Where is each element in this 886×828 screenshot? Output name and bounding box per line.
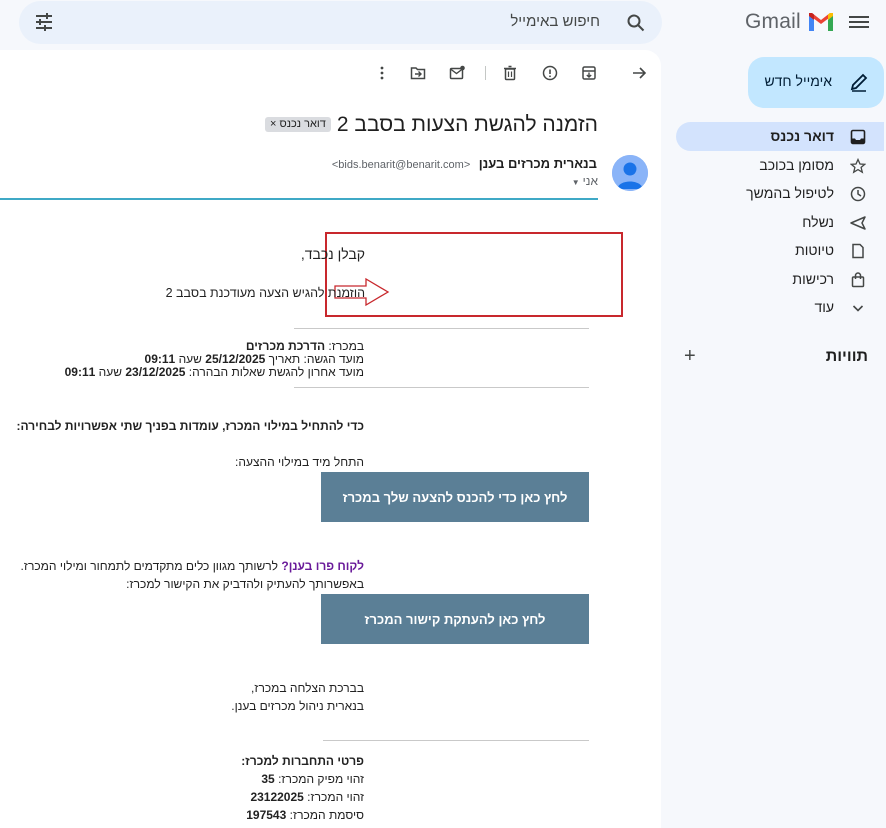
password-line: סיסמת המכרז: 197543 bbox=[246, 808, 364, 822]
more-options-icon[interactable] bbox=[374, 65, 390, 81]
copy-link-button[interactable]: לחץ כאן להעתקת קישור המכרז bbox=[321, 594, 589, 644]
tender-label: במכרז: bbox=[328, 339, 364, 353]
chevron-down-icon bbox=[852, 305, 864, 312]
issuer-id-line: זהוי מפיק המכרז: 35 bbox=[261, 772, 364, 786]
closing-line-2: בנארית ניהול מכרזים בענן. bbox=[231, 699, 364, 713]
start-now-text: התחל מיד במילוי ההצעה: bbox=[235, 455, 364, 469]
inbox-icon bbox=[850, 129, 866, 145]
questions-time: 09:11 bbox=[64, 365, 96, 379]
person-icon bbox=[612, 155, 648, 191]
submit-label: מועד הגשה: תאריך bbox=[268, 352, 364, 366]
gmail-m-icon bbox=[808, 13, 833, 31]
tender-id-line: זהוי המכרז: 23122025 bbox=[250, 790, 364, 804]
compose-label: אימייל חדש bbox=[764, 73, 832, 89]
sender-name[interactable]: בנארית מכרזים בענן bbox=[479, 156, 597, 171]
pencil-icon bbox=[850, 73, 868, 92]
questions-label: מועד אחרון להגשת שאלות הבהרה: bbox=[188, 365, 364, 379]
greeting: קבלן נכבד, bbox=[300, 246, 365, 262]
search-options-icon[interactable] bbox=[34, 12, 54, 32]
gmail-logo[interactable]: Gmail bbox=[745, 10, 835, 34]
sender-avatar bbox=[612, 155, 648, 191]
sidebar-item-starred[interactable]: מסומן בכוכב bbox=[676, 151, 884, 180]
labels-heading: תוויות bbox=[825, 348, 868, 365]
inbox-label-chip[interactable]: דואר נכנס × bbox=[265, 117, 331, 132]
connection-details-heading: פרטי התחברות למכרז: bbox=[241, 754, 364, 768]
add-label-button[interactable]: + bbox=[684, 345, 696, 368]
send-icon bbox=[850, 215, 866, 230]
sidebar-item-more[interactable]: עוד bbox=[676, 293, 884, 322]
tender-id: 23122025 bbox=[250, 790, 304, 804]
divider bbox=[294, 328, 589, 329]
sidebar-item-label: דואר נכנס bbox=[770, 128, 834, 144]
questions-deadline-line: מועד אחרון להגשת שאלות הבהרה: 23/12/2025… bbox=[65, 366, 364, 379]
pro-customer-text: לרשותך מגוון כלים מתקדמים לתמחור ומילוי … bbox=[20, 559, 282, 573]
message-subject: הזמנה להגשת הצעות בסבב 2 bbox=[336, 113, 598, 136]
tender-id-label: זהוי המכרז: bbox=[307, 790, 364, 804]
sidebar-nav: דואר נכנס מסומן בכוכב לטיפול בהמשך נשלח … bbox=[676, 122, 884, 322]
questions-date: 23/12/2025 bbox=[125, 365, 186, 379]
submit-date: 25/12/2025 bbox=[205, 352, 266, 366]
copy-link-text: באפשרותך להעתיק ולהדביק את הקישור למכרז: bbox=[126, 577, 364, 591]
search-input[interactable]: חיפוש באימייל bbox=[510, 13, 600, 30]
tender-password: 197543 bbox=[246, 808, 287, 822]
toolbar-divider bbox=[485, 66, 486, 80]
closing-line-1: בברכת הצלחה במכרז, bbox=[250, 681, 364, 695]
sidebar-item-snoozed[interactable]: לטיפול בהמשך bbox=[676, 179, 884, 208]
sidebar-item-label: עוד bbox=[814, 299, 834, 315]
sidebar-item-sent[interactable]: נשלח bbox=[676, 208, 884, 237]
main-menu-icon[interactable] bbox=[849, 13, 869, 31]
recipient-details-caret[interactable]: ▼ bbox=[572, 178, 580, 187]
sender-line: בנארית מכרזים בענן <bids.benarit@benarit… bbox=[332, 155, 597, 173]
enter-bid-button[interactable]: לחץ כאן כדי להכנס להצעה שלך במכרז bbox=[321, 472, 589, 522]
mark-unread-icon[interactable] bbox=[449, 65, 465, 81]
compose-button[interactable]: אימייל חדש bbox=[748, 57, 884, 108]
labels-section: תוויות + bbox=[684, 345, 868, 370]
issuer-id: 35 bbox=[261, 772, 275, 786]
sidebar-item-drafts[interactable]: טיוטות bbox=[676, 236, 884, 265]
sidebar-item-label: לטיפול בהמשך bbox=[746, 185, 834, 201]
password-label: סיסמת המכרז: bbox=[289, 808, 364, 822]
submit-time-label: שעה bbox=[178, 352, 202, 366]
questions-time-label: שעה bbox=[98, 365, 123, 379]
sidebar-item-inbox[interactable]: דואר נכנס bbox=[676, 122, 884, 151]
invitation-text: הוזמנת להגיש הצעה מעודכנת בסבב 2 bbox=[165, 286, 365, 300]
message-panel: הזמנה להגשת הצעות בסבב 2 דואר נכנס × בנא… bbox=[0, 50, 661, 828]
issuer-label: זהוי מפיק המכרז: bbox=[278, 772, 364, 786]
divider bbox=[294, 387, 589, 388]
star-icon bbox=[850, 157, 866, 174]
gmail-wordmark: Gmail bbox=[745, 10, 801, 33]
recipient-line[interactable]: אני▼ bbox=[572, 174, 598, 188]
pro-customer-link[interactable]: לקוח פרו בענן? bbox=[281, 559, 364, 573]
pro-customer-line: לקוח פרו בענן? לרשותך מגוון כלים מתקדמים… bbox=[21, 559, 365, 573]
email-header-divider bbox=[0, 198, 598, 200]
sidebar-item-label: נשלח bbox=[802, 213, 834, 230]
search-icon[interactable] bbox=[626, 13, 646, 33]
move-to-icon[interactable] bbox=[410, 65, 426, 81]
delete-icon[interactable] bbox=[502, 65, 518, 81]
tender-name: הדרכת מכרזים bbox=[245, 339, 326, 353]
clock-icon bbox=[850, 186, 866, 202]
recipient: אני bbox=[582, 174, 598, 188]
divider bbox=[323, 740, 589, 741]
options-intro: כדי להתחיל במילוי המכרז, עומדות בפניך שת… bbox=[16, 419, 364, 433]
report-spam-icon[interactable] bbox=[542, 65, 558, 81]
sidebar-item-label: מסומן בכוכב bbox=[759, 156, 834, 173]
shopping-bag-icon bbox=[851, 271, 865, 287]
sidebar-item-label: רכישות bbox=[792, 270, 834, 287]
draft-icon bbox=[852, 243, 864, 259]
sidebar-item-purchases[interactable]: רכישות bbox=[676, 265, 884, 294]
sender-email: <bids.benarit@benarit.com> bbox=[331, 159, 471, 171]
back-arrow-icon[interactable] bbox=[631, 65, 647, 81]
search-bar[interactable]: חיפוש באימייל bbox=[19, 1, 662, 44]
submit-time: 09:11 bbox=[144, 352, 176, 366]
archive-icon[interactable] bbox=[581, 65, 597, 81]
sidebar-item-label: טיוטות bbox=[795, 242, 834, 258]
